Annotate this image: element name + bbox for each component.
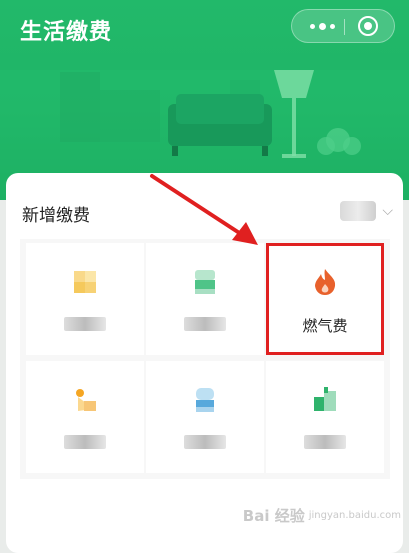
broadband-icon <box>196 388 214 412</box>
header: 生活缴费 <box>0 0 409 200</box>
baidu-watermark: Bai 经验 jingyan.baidu.com <box>243 505 401 526</box>
bill-tile-water[interactable] <box>146 243 264 355</box>
mini-program-capsule <box>291 9 395 43</box>
watermark-text: Bai 经验 <box>242 507 305 525</box>
more-icon[interactable] <box>304 17 340 35</box>
tile-label-blurred <box>184 317 226 331</box>
tile-label-blurred <box>64 435 106 449</box>
region-value-blurred <box>340 201 377 221</box>
bill-tile-phone[interactable] <box>26 361 144 473</box>
bill-tile-gas[interactable]: 燃气费 <box>266 243 384 355</box>
bill-tile-tv[interactable] <box>266 361 384 473</box>
app-title: 生活缴费 <box>20 20 113 45</box>
bill-tile-electricity[interactable] <box>26 243 144 355</box>
bill-type-grid: 燃气费 <box>20 239 390 479</box>
capsule-divider <box>344 19 345 35</box>
payment-card: 新增缴费 ⌵ 燃气费 <box>6 173 403 553</box>
tile-label-blurred <box>64 317 106 331</box>
gas-fee-label: 燃气费 <box>302 317 348 335</box>
electricity-icon <box>74 271 96 293</box>
tv-icon <box>314 387 336 411</box>
close-target-icon[interactable] <box>358 16 378 36</box>
gas-flame-icon <box>315 269 336 295</box>
region-selector[interactable]: ⌵ <box>340 199 393 223</box>
tile-label-blurred <box>184 435 226 449</box>
chevron-down-icon: ⌵ <box>382 203 393 219</box>
phone-bill-icon <box>76 389 96 411</box>
watermark-sub: jingyan.baidu.com <box>308 510 401 521</box>
tile-label-blurred <box>304 435 346 449</box>
water-icon <box>195 270 215 294</box>
section-title: 新增缴费 <box>22 206 90 226</box>
bill-tile-broadband[interactable] <box>146 361 264 473</box>
